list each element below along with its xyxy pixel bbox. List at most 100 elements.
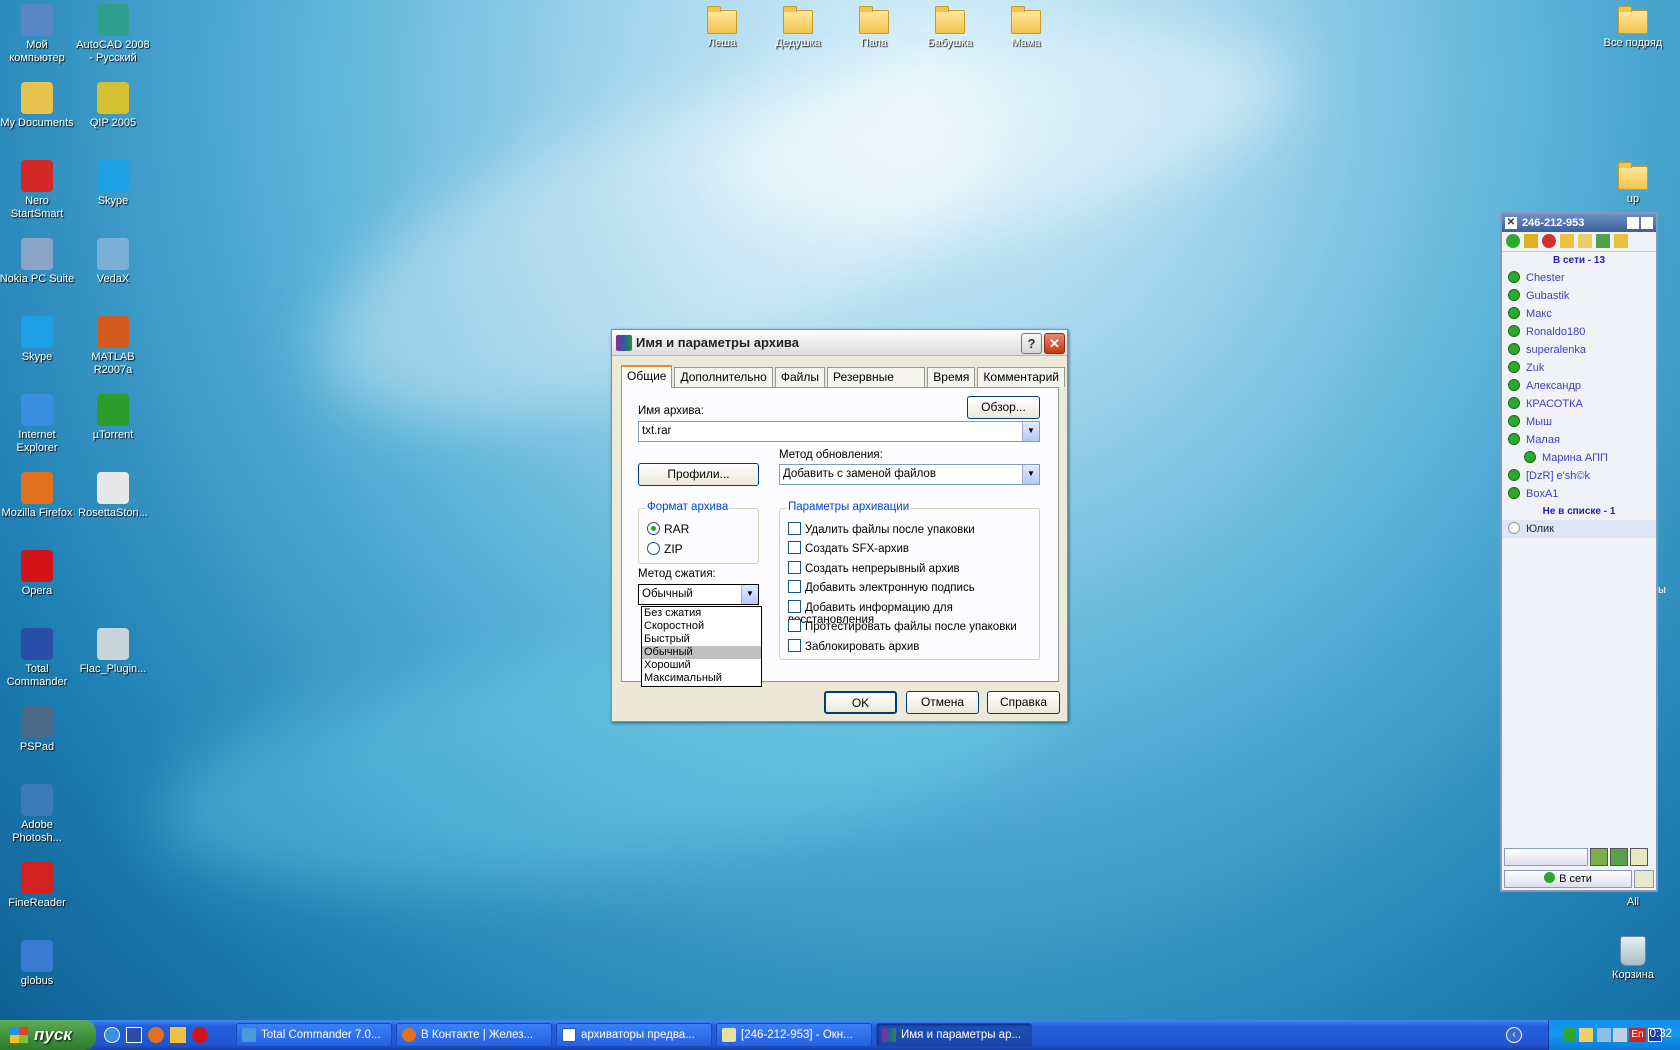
contact-row[interactable]: Мыш xyxy=(1502,413,1656,431)
compression-option[interactable]: Быстрый xyxy=(642,633,761,646)
ie-quicklaunch-icon[interactable] xyxy=(104,1027,120,1043)
tray-expand-icon[interactable]: ‹ xyxy=(1506,1027,1522,1043)
profiles-button[interactable]: Профили... xyxy=(638,463,759,486)
compression-method-select[interactable]: Обычный ▼ xyxy=(638,584,759,605)
chevron-down-icon[interactable]: ▼ xyxy=(1022,465,1039,484)
chevron-down-icon[interactable]: ▼ xyxy=(1022,422,1039,441)
settings-icon[interactable] xyxy=(1596,234,1610,248)
desktop-icon[interactable]: MATLAB R2007a xyxy=(75,316,151,377)
desktop-icon[interactable]: AutoCAD 2008 - Русский xyxy=(75,4,151,65)
desktop-folder-up[interactable]: up xyxy=(1595,162,1671,206)
help-icon[interactable] xyxy=(1630,848,1648,866)
add-signature-checkbox[interactable]: Добавить электронную подпись xyxy=(788,580,975,594)
language-indicator[interactable]: En xyxy=(1629,1028,1646,1042)
lock-archive-checkbox[interactable]: Заблокировать архив xyxy=(788,639,919,653)
contact-row[interactable]: Юлик xyxy=(1502,520,1656,538)
desktop-folder[interactable]: Дедушка xyxy=(760,6,836,50)
desktop-icon[interactable]: µTorrent xyxy=(75,394,151,442)
minimize-icon[interactable] xyxy=(1641,217,1653,229)
desktop-icon[interactable]: Internet Explorer xyxy=(0,394,75,455)
contact-row[interactable]: Марина АПП xyxy=(1502,449,1656,467)
format-rar-radio[interactable]: RAR xyxy=(647,522,689,536)
desktop-icon[interactable]: My Documents xyxy=(0,82,75,130)
close-button[interactable]: ✕ xyxy=(1044,333,1065,354)
contact-row[interactable]: Макс xyxy=(1502,305,1656,323)
chevron-down-icon[interactable]: ▼ xyxy=(741,585,758,604)
compression-option[interactable]: Хороший xyxy=(642,659,761,672)
archive-name-combobox[interactable]: txt.rar ▼ xyxy=(638,421,1040,442)
test-after-pack-checkbox[interactable]: Протестировать файлы после упаковки xyxy=(788,619,1017,633)
contact-row[interactable]: КРАСОТКА xyxy=(1502,395,1656,413)
contact-row[interactable]: Александр xyxy=(1502,377,1656,395)
compression-option-selected[interactable]: Обычный xyxy=(642,646,761,659)
network-tray-icon[interactable] xyxy=(1597,1028,1611,1042)
qip-titlebar[interactable]: ✕ 246-212-953 xyxy=(1502,214,1656,232)
desktop-icon[interactable]: Skype xyxy=(0,316,75,364)
solid-archive-checkbox[interactable]: Создать непрерывный архив xyxy=(788,561,960,575)
contact-row[interactable]: BoxA1 xyxy=(1502,485,1656,503)
help-button[interactable]: Справка xyxy=(987,691,1060,714)
contact-row[interactable]: Gubastik xyxy=(1502,287,1656,305)
contact-row[interactable]: Zuk xyxy=(1502,359,1656,377)
add-user-icon[interactable] xyxy=(1610,848,1628,866)
desktop-icon[interactable]: Skype xyxy=(75,160,151,208)
contact-row[interactable]: [DzR] e'sh©k xyxy=(1502,467,1656,485)
contact-row[interactable]: Малая xyxy=(1502,431,1656,449)
compression-option[interactable]: Без сжатия xyxy=(642,607,761,620)
contacts-icon[interactable] xyxy=(1524,234,1538,248)
block-icon[interactable] xyxy=(1542,234,1556,248)
contact-row[interactable]: Chester xyxy=(1502,269,1656,287)
qip-group-online[interactable]: В сети - 13 xyxy=(1502,252,1656,269)
tab-comment[interactable]: Комментарий xyxy=(977,367,1065,387)
desktop-folder[interactable]: Мама xyxy=(988,6,1064,50)
contact-row[interactable]: Ronaldo180 xyxy=(1502,323,1656,341)
start-button[interactable]: пуск xyxy=(0,1020,96,1050)
folder-tray-icon[interactable] xyxy=(1579,1028,1593,1042)
compression-option[interactable]: Скоростной xyxy=(642,620,761,633)
qip-group-not-in-list[interactable]: Не в списке - 1 xyxy=(1502,503,1656,520)
contact-row[interactable]: superalenka xyxy=(1502,341,1656,359)
history-icon[interactable] xyxy=(1578,234,1592,248)
qip-tray-icon[interactable] xyxy=(1563,1028,1575,1042)
privacy-eye-icon[interactable] xyxy=(1634,870,1654,888)
desktop-folder-all[interactable]: Все подряд xyxy=(1595,6,1671,50)
desktop-folder[interactable]: Бабушка xyxy=(912,6,988,50)
pin-icon[interactable] xyxy=(1627,217,1639,229)
desktop-icon[interactable]: Nokia PC Suite xyxy=(0,238,75,286)
desktop-icon[interactable]: globus xyxy=(0,940,75,988)
desktop-icon[interactable]: Opera xyxy=(0,550,75,598)
desktop-recycle-bin[interactable]: Корзина xyxy=(1595,936,1671,982)
total-commander-quicklaunch-icon[interactable] xyxy=(126,1027,142,1043)
task-total-commander[interactable]: Total Commander 7.0... xyxy=(236,1023,392,1047)
desktop-icon[interactable]: QIP 2005 xyxy=(75,82,151,130)
status-selector-button[interactable]: В сети xyxy=(1504,870,1632,888)
desktop-icon[interactable]: PSPad xyxy=(0,706,75,754)
desktop-icon[interactable]: RosettaSton... xyxy=(75,472,151,520)
tab-time[interactable]: Время xyxy=(927,367,976,387)
desktop-icon[interactable]: Total Commander xyxy=(0,628,75,689)
volume-tray-icon[interactable] xyxy=(1613,1028,1627,1042)
task-word-document[interactable]: архиваторы предва... xyxy=(556,1023,712,1047)
users-icon[interactable] xyxy=(1560,234,1574,248)
desktop-icon[interactable]: Мой компьютер xyxy=(0,4,75,65)
status-icon[interactable] xyxy=(1506,234,1520,248)
task-vkontakte[interactable]: В Контакте | Желез... xyxy=(396,1023,552,1047)
desktop-icon[interactable]: Adobe Photosh... xyxy=(0,784,75,845)
tab-general[interactable]: Общие xyxy=(621,365,673,388)
add-contact-button[interactable] xyxy=(1504,848,1588,866)
desktop-icon[interactable]: Mozilla Firefox xyxy=(0,472,75,520)
firefox-quicklaunch-icon[interactable] xyxy=(148,1027,164,1043)
dialog-titlebar[interactable]: Имя и параметры архива xyxy=(612,330,1067,356)
ok-button[interactable]: OK xyxy=(824,691,897,714)
create-sfx-checkbox[interactable]: Создать SFX-архив xyxy=(788,541,909,555)
search-icon[interactable] xyxy=(1590,848,1608,866)
tab-advanced[interactable]: Дополнительно xyxy=(674,367,773,387)
info-icon[interactable] xyxy=(1614,234,1628,248)
desktop-icon[interactable]: Nero StartSmart xyxy=(0,160,75,221)
desktop-icon[interactable]: Flac_Plugin... xyxy=(75,628,151,676)
delete-after-pack-checkbox[interactable]: Удалить файлы после упаковки xyxy=(788,522,975,536)
opera-quicklaunch-icon[interactable] xyxy=(192,1027,208,1043)
desktop-folder[interactable]: Папа xyxy=(836,6,912,50)
qip-quicklaunch-icon[interactable] xyxy=(170,1027,186,1043)
tab-backup[interactable]: Резервные копии xyxy=(826,367,926,403)
